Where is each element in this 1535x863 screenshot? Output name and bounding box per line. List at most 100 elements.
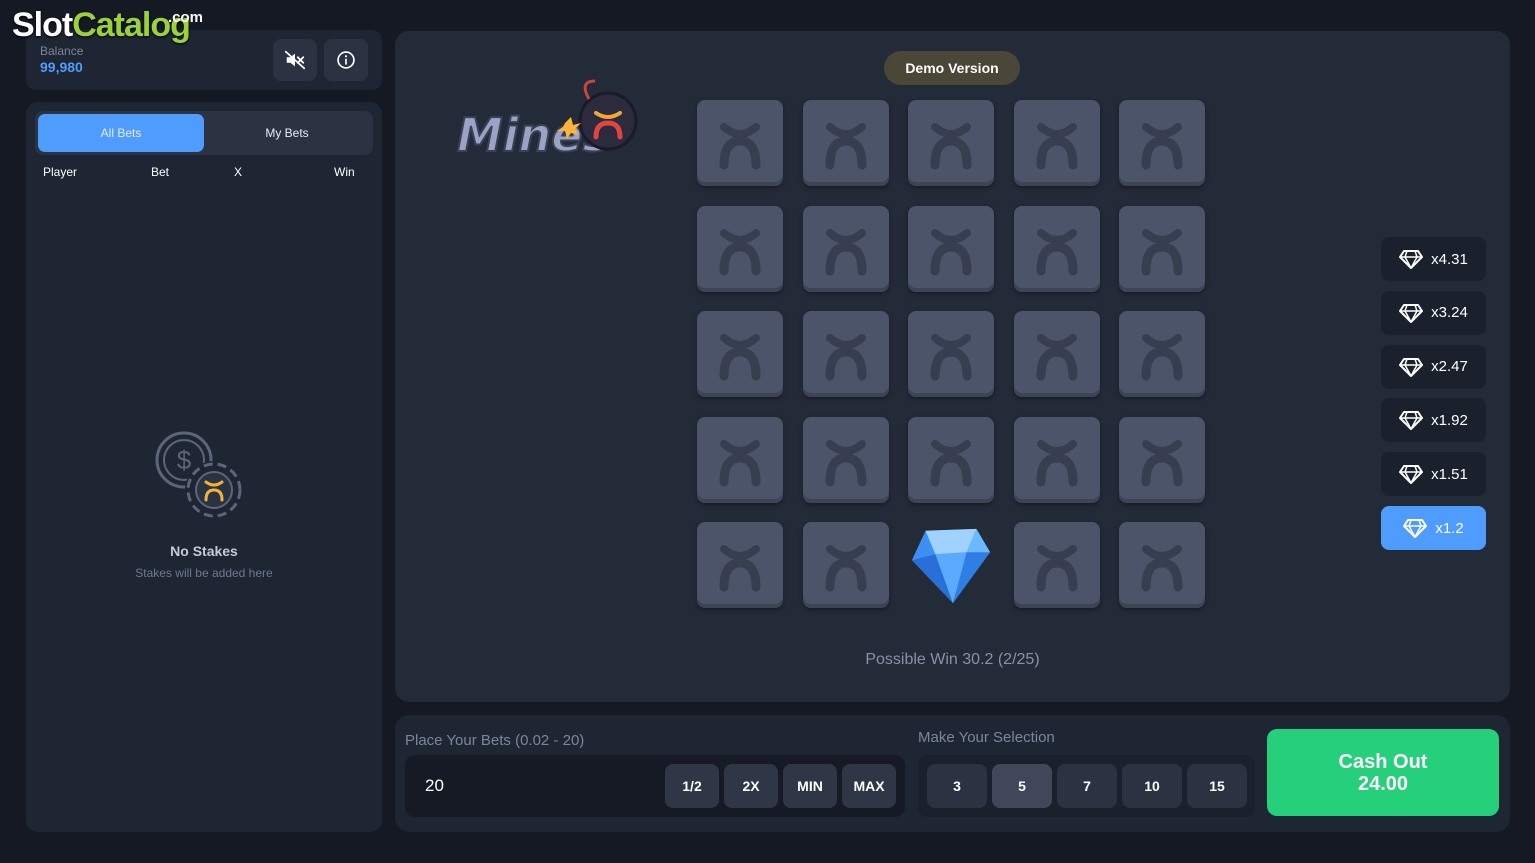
mine-tile[interactable] [908, 206, 994, 292]
no-stakes-title: No Stakes [170, 543, 238, 559]
mine-tile[interactable] [1119, 100, 1205, 186]
tile-logo-icon [1036, 123, 1078, 170]
info-icon [337, 51, 355, 69]
info-button[interactable] [324, 39, 368, 81]
column-player: Player [43, 165, 78, 179]
multiplier-label: x1.2 [1435, 519, 1464, 537]
cash-out-button[interactable]: Cash Out 24.00 [1267, 729, 1499, 816]
tile-logo-icon [1141, 229, 1183, 276]
mine-tile[interactable] [697, 206, 783, 292]
controls-bar: Place Your Bets (0.02 - 20) 1/2 2X MIN M… [395, 715, 1510, 832]
no-stakes-subtitle: Stakes will be added here [135, 566, 273, 580]
bets-tabs: All Bets My Bets [35, 111, 373, 155]
diamond-icon [1403, 519, 1428, 538]
multiplier-item: x1.92 [1381, 398, 1486, 443]
mines-count-option[interactable]: 10 [1122, 764, 1182, 808]
multiplier-item: x2.47 [1381, 344, 1486, 389]
mine-tile[interactable] [1014, 522, 1100, 608]
game-area: Demo Version Mines x4.31 x3.24 x2.47 x1.92 x… [395, 31, 1510, 702]
mine-tile[interactable] [1014, 311, 1100, 397]
mine-tile[interactable] [908, 417, 994, 503]
tile-logo-icon [825, 229, 867, 276]
demo-version-badge: Demo Version [884, 51, 1020, 85]
mine-tile[interactable] [803, 417, 889, 503]
mine-tile[interactable] [1014, 100, 1100, 186]
tile-logo-icon [1036, 440, 1078, 487]
tile-logo-icon [1141, 440, 1183, 487]
multiplier-item: x3.24 [1381, 290, 1486, 335]
tile-logo-icon [719, 334, 761, 381]
multiplier-label: x1.51 [1431, 465, 1468, 483]
speaker-muted-icon [284, 50, 306, 70]
mine-tile[interactable] [803, 206, 889, 292]
slotcatalog-watermark: SlotCatalog .com [12, 6, 203, 44]
place-bets-label: Place Your Bets (0.02 - 20) [405, 732, 585, 749]
tile-logo-icon [1141, 123, 1183, 170]
diamond-icon [1399, 357, 1424, 377]
mine-tile[interactable] [1119, 417, 1205, 503]
svg-text:$: $ [177, 445, 192, 475]
mine-tile[interactable] [1014, 417, 1100, 503]
mine-tile[interactable] [697, 417, 783, 503]
column-bet: Bet [151, 165, 170, 179]
bet-amount-input[interactable] [425, 767, 645, 805]
watermark-com: .com [168, 9, 204, 26]
watermark-slot: Slot [12, 6, 73, 44]
cash-out-label: Cash Out [1338, 750, 1428, 773]
bets-panel: All Bets My Bets Player Bet X Win $ No S… [26, 102, 382, 832]
tab-my-bets[interactable]: My Bets [204, 114, 370, 152]
diamond-icon [1399, 465, 1424, 485]
tile-logo-icon [1036, 229, 1078, 276]
gem-icon [911, 528, 991, 604]
mine-tile[interactable] [697, 311, 783, 397]
tile-logo-icon [1036, 334, 1078, 381]
mine-tile[interactable] [1014, 206, 1100, 292]
multiplier-label: x2.47 [1431, 358, 1468, 376]
mines-count-option[interactable]: 5 [992, 764, 1052, 808]
mines-count-option[interactable]: 7 [1057, 764, 1117, 808]
mine-tile[interactable] [908, 100, 994, 186]
bet-half-button[interactable]: 1/2 [665, 764, 719, 808]
diamond-icon [1399, 303, 1424, 323]
tile-logo-icon [719, 440, 761, 487]
mine-tile[interactable] [803, 311, 889, 397]
coins-icon: $ [155, 431, 243, 519]
diamond-icon [1399, 250, 1424, 269]
tab-all-bets[interactable]: All Bets [38, 114, 204, 152]
multiplier-label: x3.24 [1431, 304, 1468, 322]
tile-logo-icon [930, 123, 972, 170]
mine-tile[interactable] [1119, 311, 1205, 397]
mine-tile[interactable] [1119, 522, 1205, 608]
tile-logo-icon [719, 545, 761, 592]
tile-logo-icon [1141, 545, 1183, 592]
mine-tile[interactable] [803, 522, 889, 608]
mines-count-option[interactable]: 3 [927, 764, 987, 808]
mines-grid [695, 98, 1215, 618]
tile-logo-icon [719, 229, 761, 276]
mines-count-option[interactable]: 15 [1187, 764, 1247, 808]
bet-input-group: 1/2 2X MIN MAX [405, 755, 905, 817]
tile-logo-icon [930, 334, 972, 381]
multiplier-label: x4.31 [1431, 250, 1468, 268]
multiplier-label: x1.92 [1431, 411, 1468, 429]
mine-tile[interactable] [803, 100, 889, 186]
tile-logo-icon [1036, 545, 1078, 592]
mines-logo: Mines [456, 79, 638, 163]
mute-button[interactable] [273, 39, 317, 81]
mine-tile[interactable] [908, 311, 994, 397]
balance-value: 99,980 [40, 59, 83, 75]
bet-max-button[interactable]: MAX [842, 764, 896, 808]
tile-logo-icon [719, 123, 761, 170]
possible-win: Possible Win 30.2 (2/25) [865, 651, 1040, 668]
balance-label: Balance [40, 44, 84, 58]
mine-tile[interactable] [1119, 206, 1205, 292]
multiplier-item: x1.2 [1381, 506, 1486, 550]
bet-min-button[interactable]: MIN [783, 764, 837, 808]
mine-tile[interactable] [697, 100, 783, 186]
tile-logo-icon [1141, 334, 1183, 381]
tile-logo-icon [825, 334, 867, 381]
tile-revealed-gem [908, 522, 994, 608]
tile-logo-icon [825, 440, 867, 487]
bet-double-button[interactable]: 2X [724, 764, 778, 808]
mine-tile[interactable] [697, 522, 783, 608]
